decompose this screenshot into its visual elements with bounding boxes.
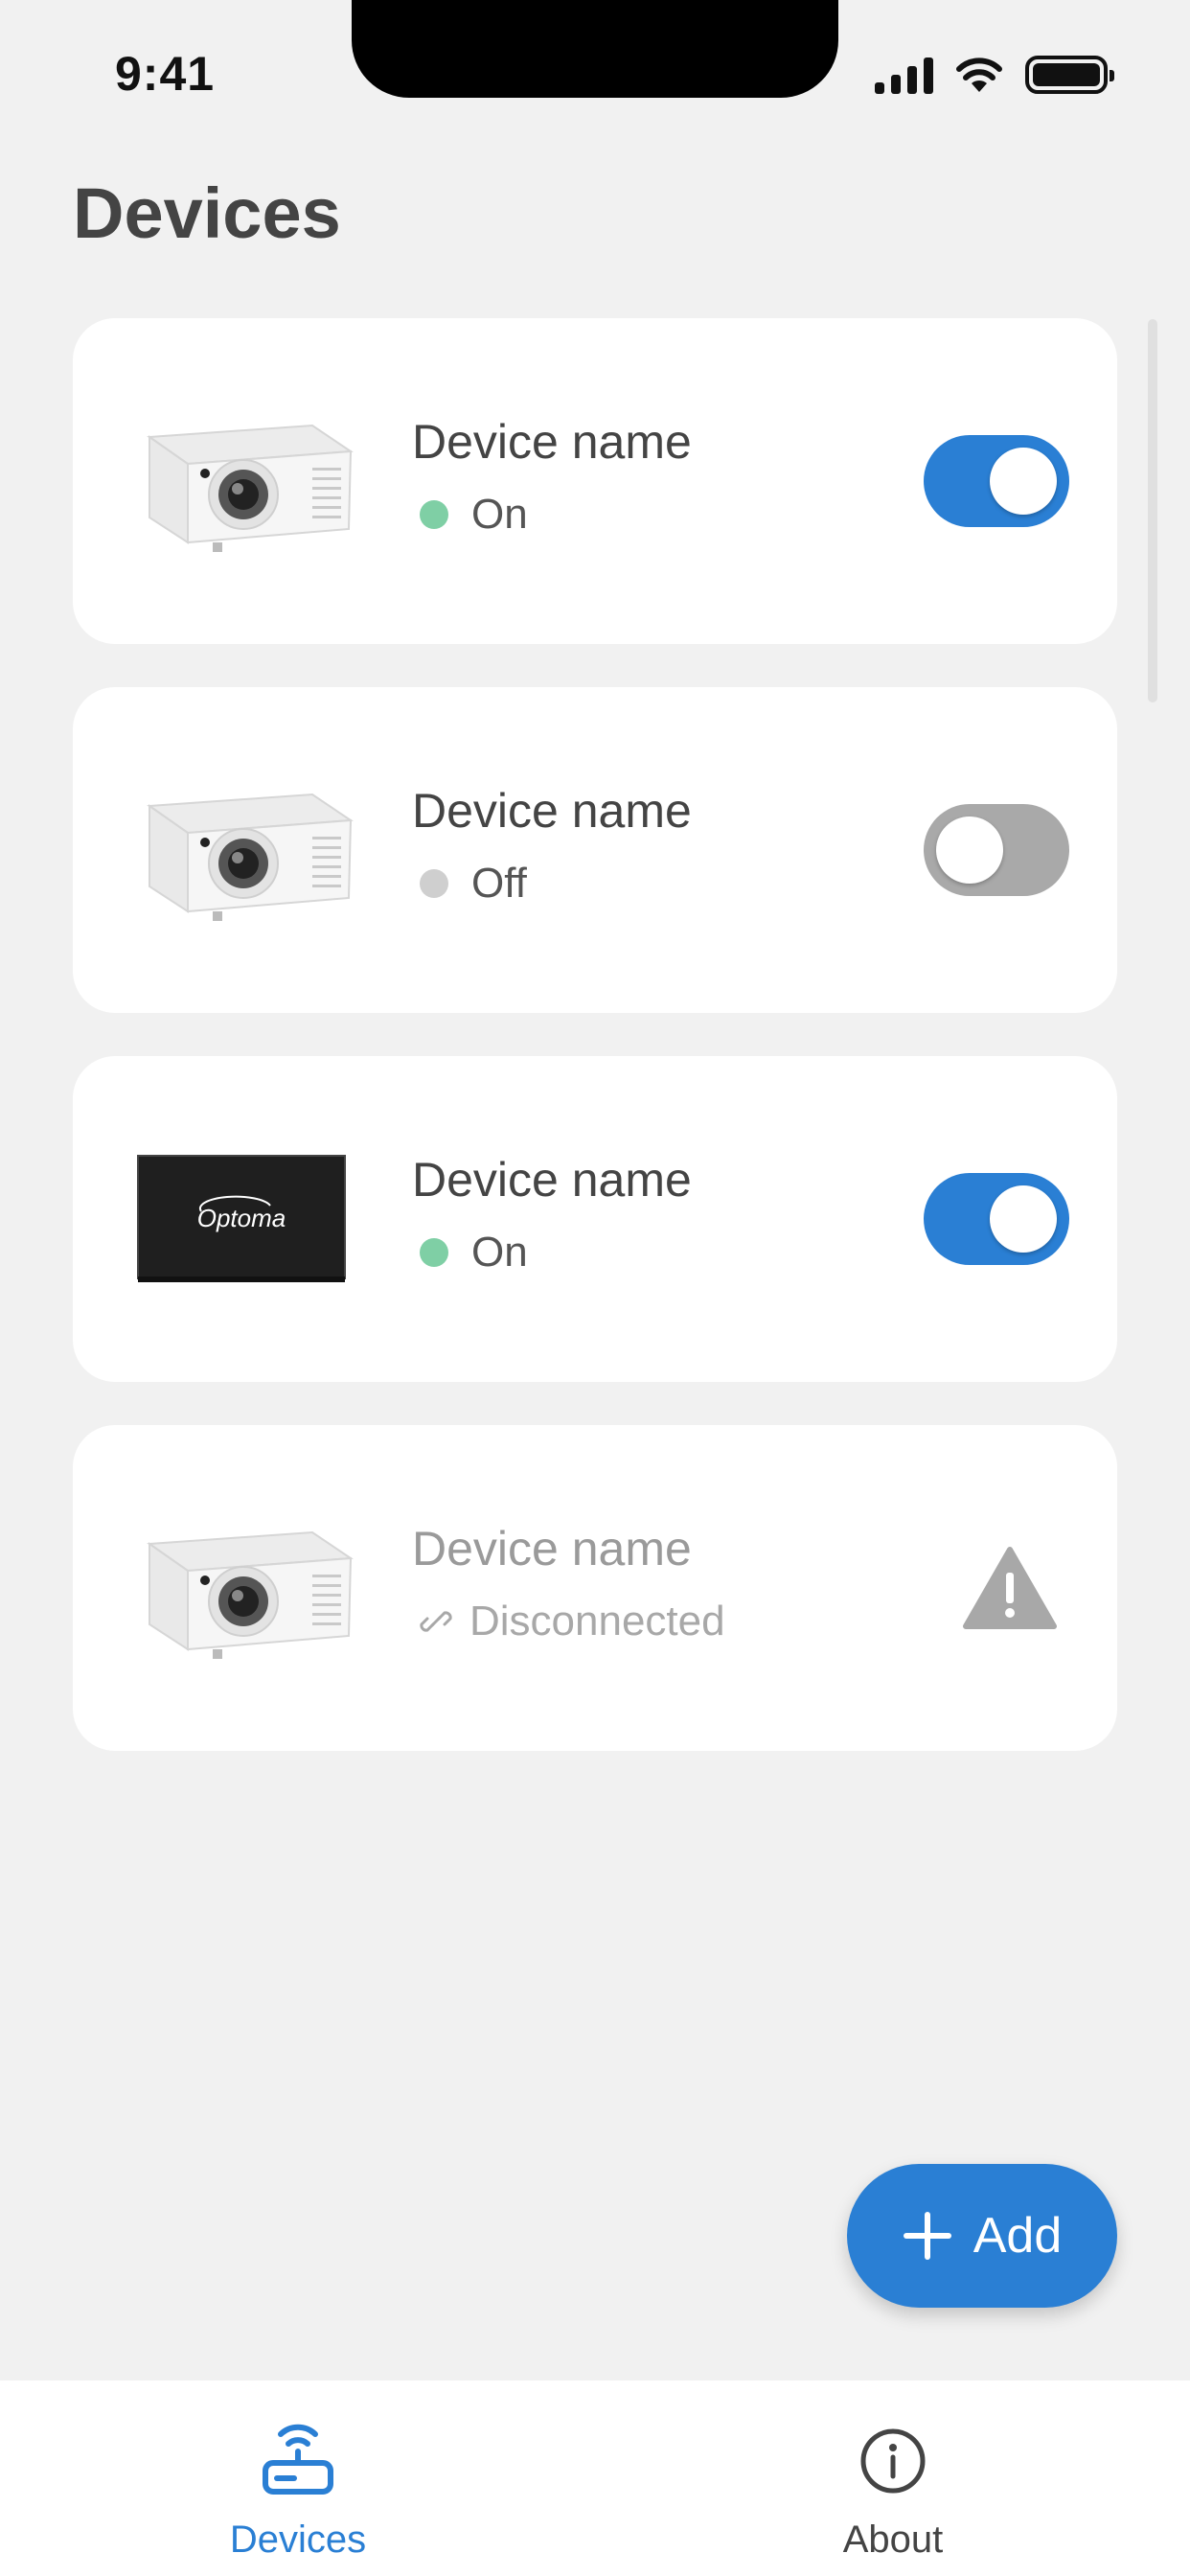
- device-card[interactable]: Device name On: [73, 318, 1117, 644]
- device-name: Device name: [412, 784, 692, 838]
- device-status: Disconnected: [420, 1598, 725, 1645]
- device-list: Device name On Device name Off Optoma De…: [73, 318, 1117, 1794]
- device-card[interactable]: Optoma Device name On: [73, 1056, 1117, 1382]
- status-icons: [875, 56, 1114, 94]
- display-brand-logo: Optoma: [197, 1204, 286, 1232]
- power-toggle[interactable]: [924, 435, 1069, 527]
- status-bar: 9:41: [0, 0, 1190, 134]
- status-on-dot-icon: [420, 500, 448, 529]
- cellular-signal-icon: [875, 56, 933, 94]
- tab-about[interactable]: About: [788, 2419, 998, 2562]
- page-title: Devices: [73, 173, 341, 253]
- status-label: On: [471, 491, 528, 538]
- status-off-dot-icon: [420, 869, 448, 898]
- projector-image: [121, 1506, 362, 1670]
- device-card[interactable]: Device name Off: [73, 687, 1117, 1013]
- status-label: Disconnected: [469, 1598, 725, 1644]
- plus-icon: [903, 2212, 951, 2260]
- wifi-icon: [956, 58, 1002, 92]
- device-status: Off: [420, 860, 527, 908]
- power-toggle[interactable]: [924, 1173, 1069, 1265]
- display-image: Optoma: [121, 1137, 362, 1301]
- device-name: Device name: [412, 415, 692, 469]
- status-label: Off: [471, 860, 527, 907]
- projector-image: [121, 399, 362, 564]
- device-status: On: [420, 491, 528, 539]
- device-name: Device name: [412, 1153, 692, 1207]
- power-toggle[interactable]: [924, 804, 1069, 896]
- tab-bar: Devices About: [0, 2380, 1190, 2576]
- router-wifi-icon: [263, 2424, 333, 2495]
- tab-label: About: [842, 2518, 944, 2561]
- device-status: On: [420, 1229, 528, 1276]
- battery-icon: [1025, 56, 1114, 94]
- tab-label: Devices: [229, 2518, 367, 2561]
- tab-devices[interactable]: Devices: [193, 2419, 403, 2562]
- projector-image: [121, 768, 362, 932]
- status-on-dot-icon: [420, 1238, 448, 1267]
- add-device-button[interactable]: Add: [847, 2164, 1117, 2308]
- broken-link-icon: [420, 1611, 452, 1632]
- device-card[interactable]: Device name Disconnected: [73, 1425, 1117, 1751]
- warning-icon[interactable]: [962, 1546, 1058, 1630]
- device-name: Device name: [412, 1522, 692, 1576]
- add-button-label: Add: [973, 2208, 1063, 2264]
- scrollbar[interactable]: [1148, 319, 1157, 702]
- notch: [352, 0, 838, 98]
- status-time: 9:41: [115, 47, 216, 101]
- status-label: On: [471, 1229, 528, 1276]
- info-icon: [860, 2428, 926, 2494]
